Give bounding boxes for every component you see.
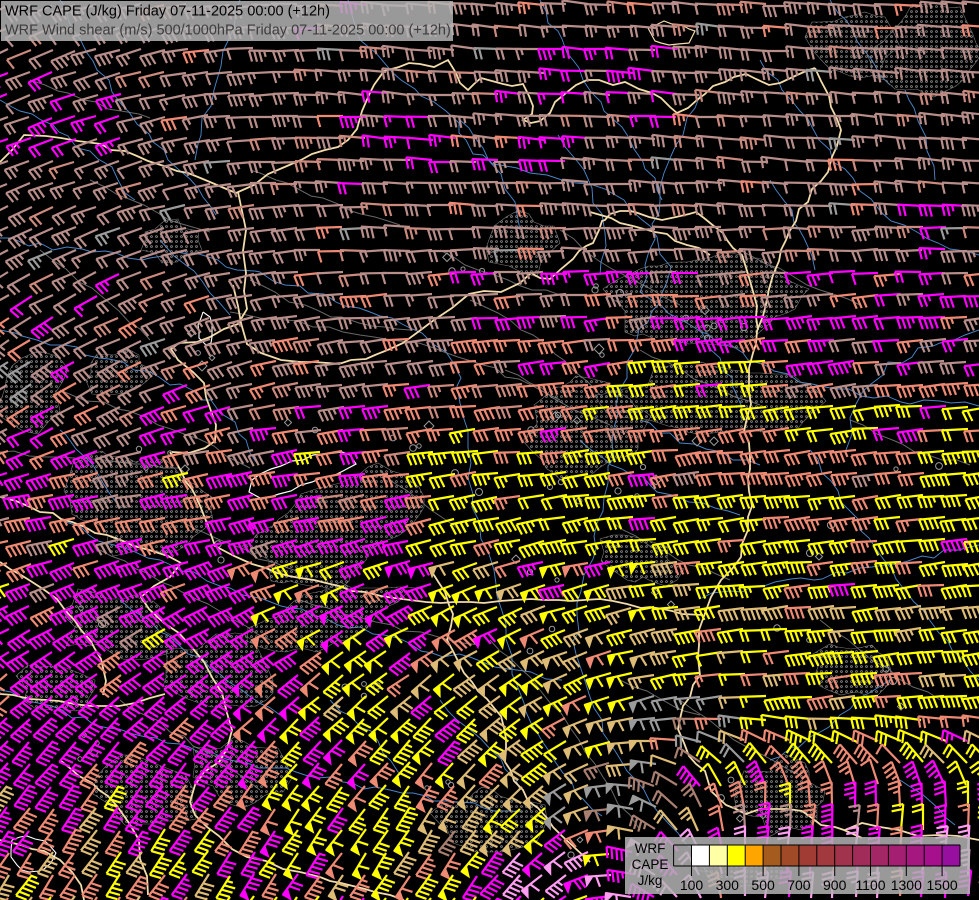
svg-text:CAPE: CAPE	[632, 857, 669, 872]
svg-text:1300: 1300	[891, 877, 922, 893]
svg-text:700: 700	[787, 877, 811, 893]
svg-text:WRF: WRF	[635, 841, 666, 856]
svg-text:J/kg: J/kg	[638, 873, 663, 888]
svg-text:WRF Wind shear (m/s) 500/1000h: WRF Wind shear (m/s) 500/1000hPa Friday …	[5, 23, 451, 39]
svg-text:1100: 1100	[855, 877, 885, 893]
svg-text:500: 500	[751, 877, 775, 893]
svg-text:WRF CAPE (J/kg) Friday 07-11-2: WRF CAPE (J/kg) Friday 07-11-2025 00:00 …	[5, 4, 330, 20]
svg-text:300: 300	[716, 877, 740, 893]
svg-text:900: 900	[823, 877, 847, 893]
svg-text:1500: 1500	[927, 877, 958, 893]
svg-text:100: 100	[680, 877, 704, 893]
